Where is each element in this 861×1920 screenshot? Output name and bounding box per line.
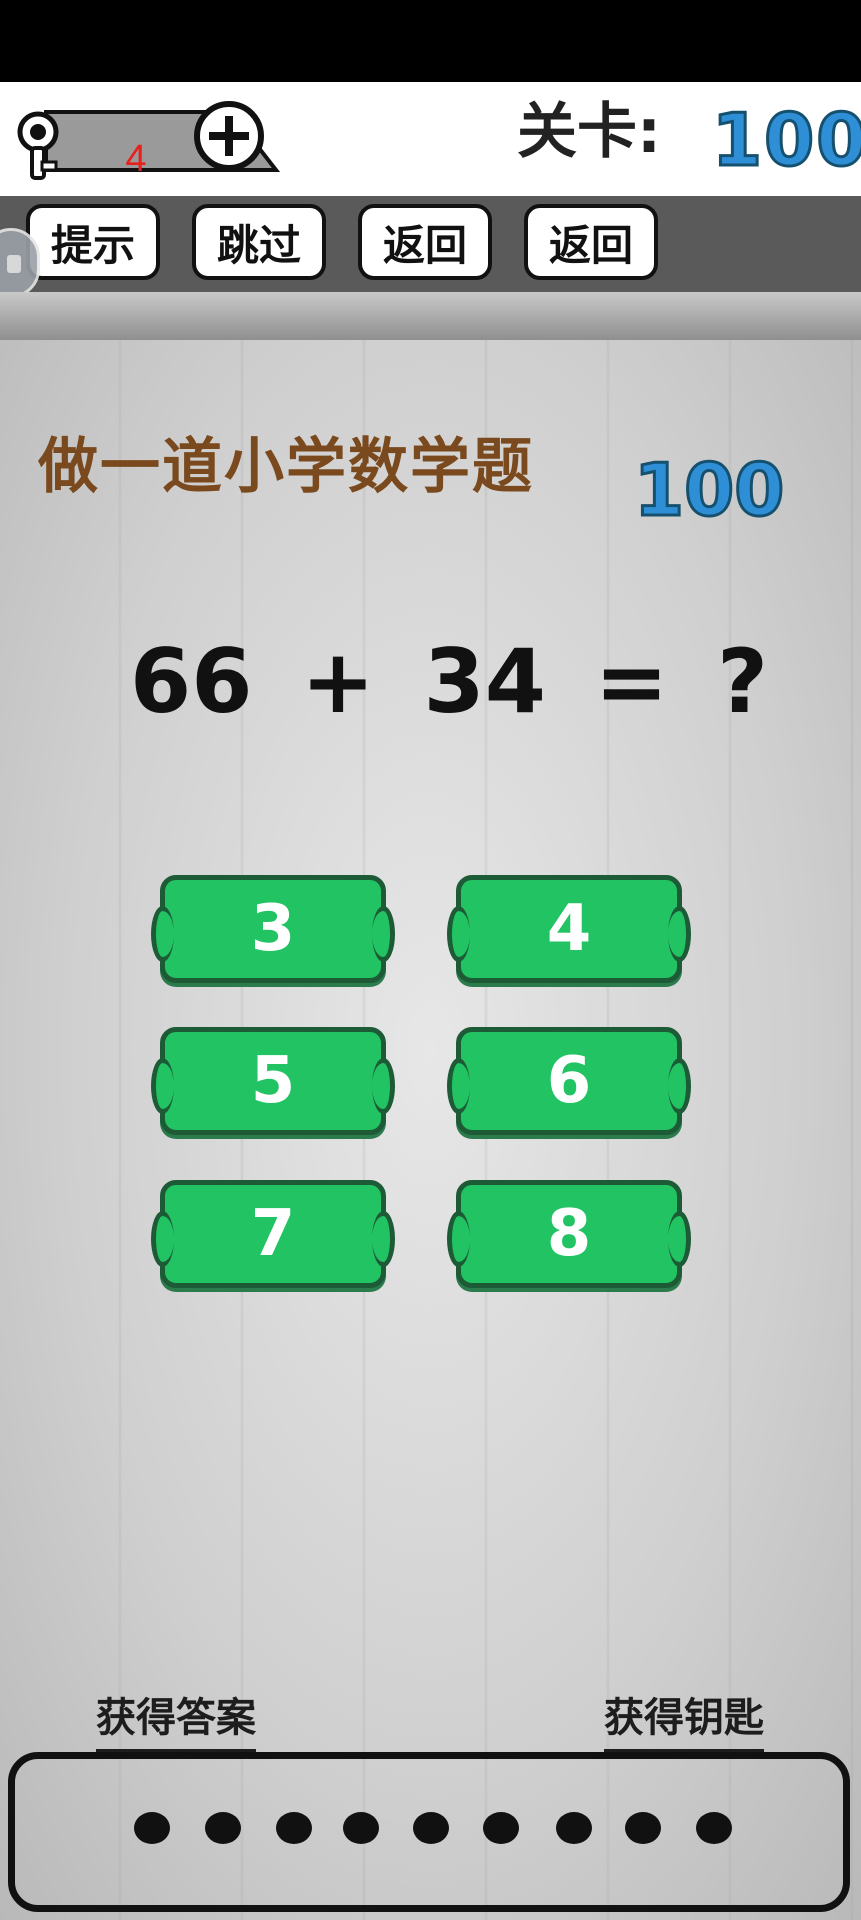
answer-slot[interactable] (276, 1812, 312, 1844)
wood-board-background (0, 340, 861, 1920)
get-answer-link[interactable]: 获得答案 (96, 1685, 256, 1753)
level-label: 关卡: (517, 97, 661, 167)
skip-button[interactable]: 跳过 (192, 204, 326, 280)
plus-icon[interactable] (194, 101, 264, 171)
answer-option-1[interactable]: 3 (151, 875, 395, 983)
answer-slot[interactable] (696, 1812, 732, 1844)
answer-slot[interactable] (343, 1812, 379, 1844)
answer-option-6[interactable]: 8 (447, 1180, 691, 1288)
get-key-link[interactable]: 获得钥匙 (604, 1685, 764, 1753)
answer-option-2[interactable]: 4 (447, 875, 691, 983)
back-button-1[interactable]: 返回 (358, 204, 492, 280)
back-button-2[interactable]: 返回 (524, 204, 658, 280)
key-counter[interactable]: 4 (16, 100, 286, 180)
level-value: 100 (710, 98, 861, 182)
math-equation: 66 + 34 = ? (130, 630, 768, 733)
key-icon (17, 111, 59, 180)
hint-button[interactable]: 提示 (26, 204, 160, 280)
answer-slot[interactable] (205, 1812, 241, 1844)
top-bar: 4 关卡: 100 (0, 82, 861, 196)
answer-option-3[interactable]: 5 (151, 1027, 395, 1135)
key-count: 4 (125, 138, 147, 180)
answer-slot[interactable] (134, 1812, 170, 1844)
answer-slot[interactable] (413, 1812, 449, 1844)
question-number: 100 (632, 447, 785, 534)
answer-slot[interactable] (483, 1812, 519, 1844)
answer-slot[interactable] (556, 1812, 592, 1844)
shelf-divider (0, 292, 861, 343)
toolbar: 提示 跳过 返回 返回 (0, 196, 861, 292)
game-screen: 4 关卡: 100 提示 跳过 返回 返回 做一道小学数学题 100 66 + … (0, 0, 861, 1920)
status-bar (0, 0, 861, 82)
answer-slot[interactable] (625, 1812, 661, 1844)
answer-option-4[interactable]: 6 (447, 1027, 691, 1135)
question-title: 做一道小学数学题 (38, 432, 534, 502)
answer-option-5[interactable]: 7 (151, 1180, 395, 1288)
